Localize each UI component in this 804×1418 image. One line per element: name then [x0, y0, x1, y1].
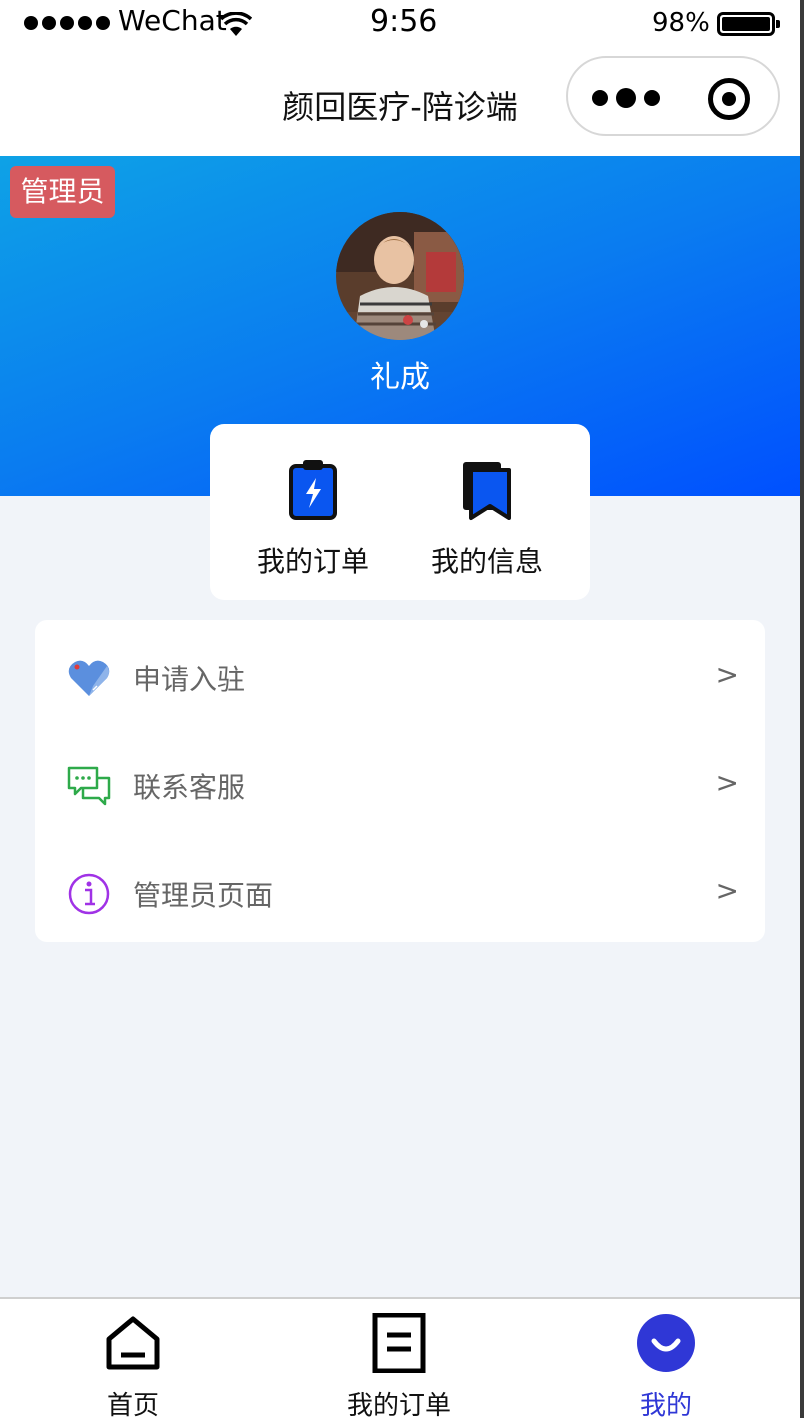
chevron-right-icon: >: [715, 766, 739, 799]
heart-tag-icon: [68, 660, 110, 696]
wifi-icon: [220, 12, 252, 36]
close-miniprogram-button[interactable]: [708, 78, 750, 120]
menu-item-apply[interactable]: 申请入驻 >: [35, 624, 765, 724]
signal-strength-icon: [24, 16, 110, 30]
bookmark-stack-icon: [463, 462, 511, 520]
admin-badge: 管理员: [10, 166, 115, 218]
menu-item-admin[interactable]: 管理员页面 >: [35, 840, 765, 940]
chevron-right-icon: >: [715, 658, 739, 691]
menu-item-label: 管理员页面: [133, 879, 274, 912]
status-bar: WeChat 9:56 98%: [0, 0, 800, 50]
settings-menu: 申请入驻 > 联系客服 > 管理员页面 >: [35, 620, 765, 942]
document-icon: [372, 1313, 426, 1373]
tab-home[interactable]: 首页: [33, 1299, 233, 1418]
tab-bar: 首页 我的订单 我的: [0, 1297, 800, 1418]
tab-label: 我的订单: [346, 1391, 451, 1418]
miniprogram-capsule: [566, 56, 780, 136]
my-info-button[interactable]: 我的信息: [412, 458, 562, 580]
my-orders-button[interactable]: 我的订单: [238, 458, 388, 580]
tab-mine[interactable]: 我的: [566, 1299, 766, 1418]
menu-item-label: 申请入驻: [133, 663, 246, 696]
more-options-button[interactable]: [592, 88, 660, 108]
user-name: 礼成: [370, 360, 430, 395]
clock: 9:56: [370, 4, 438, 39]
battery-percent: 98%: [652, 8, 710, 38]
avatar[interactable]: [336, 212, 464, 340]
my-info-label: 我的信息: [430, 545, 543, 578]
tab-label: 我的: [639, 1391, 692, 1418]
quick-actions-card: 我的订单 我的信息: [210, 424, 590, 600]
carrier-name: WeChat: [118, 4, 227, 37]
my-orders-label: 我的订单: [256, 545, 369, 578]
info-icon: [68, 873, 110, 915]
navigation-bar: 颜回医疗-陪诊端: [0, 50, 800, 156]
chat-bubbles-icon: [67, 766, 111, 806]
window-edge: [800, 0, 804, 1418]
home-icon: [106, 1316, 160, 1370]
chevron-right-icon: >: [715, 874, 739, 907]
menu-item-support[interactable]: 联系客服 >: [35, 732, 765, 832]
tab-label: 首页: [106, 1391, 159, 1418]
battery-icon: [717, 12, 780, 36]
tab-orders[interactable]: 我的订单: [299, 1299, 499, 1418]
menu-item-label: 联系客服: [133, 771, 246, 804]
clipboard-bolt-icon: [289, 460, 337, 520]
smile-icon: [637, 1314, 695, 1372]
